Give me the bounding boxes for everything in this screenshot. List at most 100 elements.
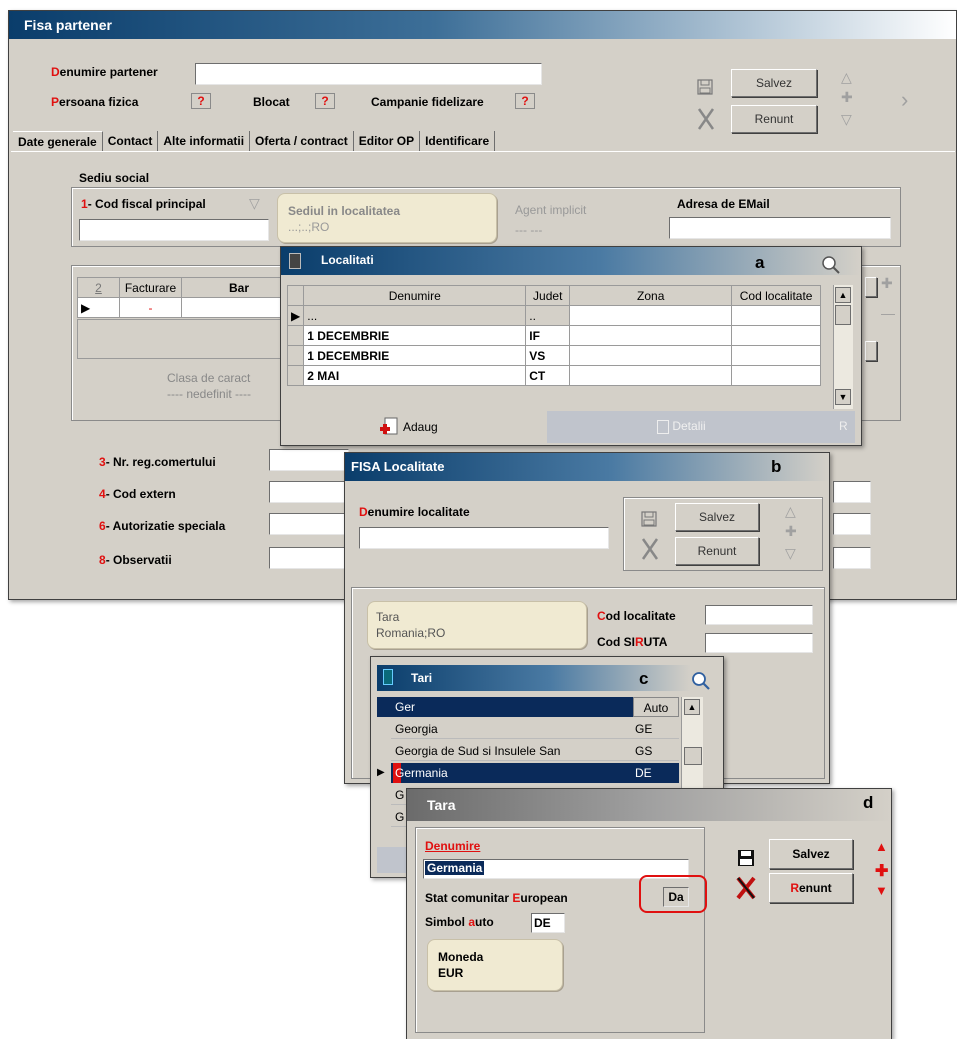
row-indicator[interactable] xyxy=(286,345,305,366)
cell-denumire[interactable]: 1 DECEMBRIE xyxy=(303,325,527,346)
cell-denumire[interactable]: ... xyxy=(303,305,527,326)
tari-auto-header[interactable]: Auto xyxy=(633,697,679,717)
cell-zona[interactable] xyxy=(569,345,733,366)
scroll-thumb[interactable] xyxy=(684,747,702,765)
email-input[interactable] xyxy=(669,217,891,239)
nr-reg-comert-input[interactable] xyxy=(269,449,349,471)
stat-comunitar-value[interactable]: Da xyxy=(663,887,689,907)
stat-comunitar-label: Stat comunitar European xyxy=(425,891,568,905)
save-button[interactable]: Salvez xyxy=(731,69,817,97)
cell-cod[interactable] xyxy=(731,345,821,366)
extra-button[interactable]: R xyxy=(839,419,848,433)
localitati-scrollbar[interactable]: ▲ ▼ xyxy=(833,285,853,409)
grid-down-button[interactable] xyxy=(865,341,877,361)
email-label: Adresa de EMail xyxy=(677,197,770,211)
blocat-toggle[interactable]: ? xyxy=(315,93,335,109)
tari-search-input[interactable]: Ger xyxy=(393,697,631,717)
grid-up-button[interactable] xyxy=(865,277,877,297)
cod-fiscal-input[interactable] xyxy=(79,219,269,241)
cell-cod[interactable] xyxy=(731,305,821,326)
row-indicator[interactable]: ▶ xyxy=(286,305,305,326)
cell-judet[interactable]: .. xyxy=(525,305,571,326)
cod-extern-input-right[interactable] xyxy=(833,481,871,503)
denumire-localitate-input[interactable] xyxy=(359,527,609,549)
down-arrow-icon[interactable]: ▽ xyxy=(841,111,852,128)
tab-oferta-contract[interactable]: Oferta / contract xyxy=(250,131,354,151)
plus-icon[interactable]: ✚ xyxy=(875,861,888,881)
autorizatie-input[interactable] xyxy=(269,513,349,535)
cancel-button[interactable]: Renunt xyxy=(769,873,853,903)
up-arrow-icon[interactable]: △ xyxy=(785,503,796,520)
observatii-input[interactable] xyxy=(269,547,349,569)
grid-facturare-header[interactable]: Facturare xyxy=(119,277,182,298)
down-arrow-icon[interactable]: ▽ xyxy=(785,545,796,562)
col-cod-localitate[interactable]: Cod localitate xyxy=(731,285,821,306)
grid-num-header[interactable]: 2 xyxy=(77,277,120,298)
tab-editor-op[interactable]: Editor OP xyxy=(354,131,421,151)
cell-zona[interactable] xyxy=(569,325,733,346)
col-zona[interactable]: Zona xyxy=(569,285,733,306)
row-indicator xyxy=(377,741,391,761)
cod-siruta-input[interactable] xyxy=(705,633,813,653)
save-button[interactable]: Salvez xyxy=(769,839,853,869)
scroll-up-icon[interactable]: ▲ xyxy=(835,287,851,303)
cod-extern-input[interactable] xyxy=(269,481,349,503)
search-icon[interactable] xyxy=(691,671,711,691)
tari-row[interactable]: Georgia GE xyxy=(377,719,679,739)
grid-minus-icon[interactable]: — xyxy=(881,305,895,321)
cell-zona[interactable] xyxy=(569,305,733,326)
grid-row-indicator[interactable]: ▶ xyxy=(77,297,120,318)
partner-name-input[interactable] xyxy=(195,63,542,85)
cancel-button[interactable]: Renunt xyxy=(675,537,759,565)
cod-localitate-input[interactable] xyxy=(705,605,813,625)
cancel-icon xyxy=(641,538,659,560)
tab-date-generale[interactable]: Date generale xyxy=(13,131,103,151)
persoana-fizica-toggle[interactable]: ? xyxy=(191,93,211,109)
country-name: Georgia xyxy=(395,722,438,736)
row-indicator[interactable] xyxy=(286,365,305,386)
cell-denumire[interactable]: 2 MAI xyxy=(303,365,527,386)
grid-plus-icon[interactable]: ✚ xyxy=(881,275,893,292)
details-button[interactable]: Detalii xyxy=(657,419,706,434)
sediul-localitate-button[interactable]: Sediul in localitatea ...;..;RO xyxy=(277,193,497,243)
simbol-auto-input[interactable]: DE xyxy=(531,913,565,933)
country-name: G xyxy=(395,810,405,824)
grid-cell[interactable]: - xyxy=(119,297,182,318)
add-button[interactable]: Adaug xyxy=(287,411,547,443)
cell-cod[interactable] xyxy=(731,325,821,346)
tari-row[interactable]: Georgia de Sud si Insulele San GS xyxy=(377,741,679,761)
cell-denumire[interactable]: 1 DECEMBRIE xyxy=(303,345,527,366)
tab-identificare[interactable]: Identificare xyxy=(420,131,496,151)
cod-fiscal-dropdown-icon[interactable]: ▽ xyxy=(249,195,260,212)
plus-icon[interactable]: ✚ xyxy=(785,523,797,540)
cancel-icon xyxy=(736,876,756,900)
row-indicator[interactable] xyxy=(286,325,305,346)
scroll-thumb[interactable] xyxy=(835,305,851,325)
up-arrow-icon[interactable]: ▲ xyxy=(875,839,888,854)
col-denumire[interactable]: Denumire xyxy=(303,285,527,306)
scroll-up-icon[interactable]: ▲ xyxy=(684,699,700,715)
scroll-down-icon[interactable]: ▼ xyxy=(835,389,851,405)
tari-row-selected[interactable]: ▶ Germania DE xyxy=(377,763,679,783)
tab-contact[interactable]: Contact xyxy=(103,131,159,151)
tara-button[interactable]: Tara Romania;RO xyxy=(367,601,587,649)
cell-judet[interactable]: IF xyxy=(525,325,571,346)
next-chevron-icon[interactable]: › xyxy=(901,87,908,113)
cod-extern-label: 4- Cod extern xyxy=(99,487,176,501)
cell-judet[interactable]: CT xyxy=(525,365,571,386)
campanie-toggle[interactable]: ? xyxy=(515,93,535,109)
save-button[interactable]: Salvez xyxy=(675,503,759,531)
down-arrow-icon[interactable]: ▼ xyxy=(875,883,888,898)
up-arrow-icon[interactable]: △ xyxy=(841,69,852,86)
cell-judet[interactable]: VS xyxy=(525,345,571,366)
plus-icon[interactable]: ✚ xyxy=(841,89,853,106)
cell-zona[interactable] xyxy=(569,365,733,386)
observatii-input-right[interactable] xyxy=(833,547,871,569)
cell-cod[interactable] xyxy=(731,365,821,386)
search-icon[interactable] xyxy=(821,255,841,275)
moneda-button[interactable]: Moneda EUR xyxy=(427,939,563,991)
tab-alte-informatii[interactable]: Alte informatii xyxy=(158,131,251,151)
col-judet[interactable]: Judet xyxy=(525,285,571,306)
autorizatie-input-right[interactable] xyxy=(833,513,871,535)
cancel-button[interactable]: Renunt xyxy=(731,105,817,133)
